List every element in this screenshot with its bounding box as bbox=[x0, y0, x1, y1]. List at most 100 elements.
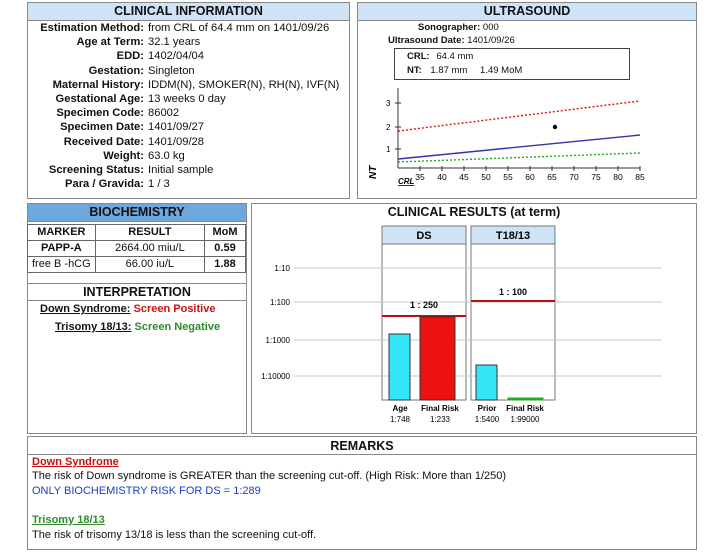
crl-value: 64.4 mm bbox=[436, 51, 474, 62]
ds-column-header: DS bbox=[416, 230, 431, 242]
info-value: IDDM(N), SMOKER(N), RH(N), IVF(N) bbox=[148, 78, 340, 91]
info-label: Gestation: bbox=[88, 64, 144, 77]
ds-final-risk-bar bbox=[419, 316, 456, 401]
sonographer-label: Sonographer: bbox=[418, 22, 481, 33]
ds-interpretation: Down Syndrome: Screen Positive bbox=[40, 303, 215, 315]
bar-label: Final Risk bbox=[421, 404, 459, 413]
info-label: Gestational Age: bbox=[55, 93, 144, 105]
risk-chart: DS T18/13 1:10 1:100 1:1000 1:10000 1 : … bbox=[261, 225, 662, 424]
info-row: Specimen Date: 1401/09/27 bbox=[28, 121, 204, 134]
info-label: Specimen Code: bbox=[56, 107, 144, 120]
info-value: 32.1 years bbox=[148, 36, 201, 49]
info-label: Weight: bbox=[103, 149, 144, 162]
mom-cell: 1.88 bbox=[204, 256, 246, 273]
info-label: Para / Gravida: bbox=[65, 178, 144, 191]
nt-x-tick: 40 bbox=[437, 172, 447, 182]
info-row: Para / Gravida: 1 / 3 bbox=[28, 178, 170, 191]
info-label: Age at Term: bbox=[76, 36, 144, 49]
marker-cell: PAPP-A bbox=[27, 240, 96, 257]
info-value: 86002 bbox=[148, 107, 180, 120]
info-value: 1401/09/28 bbox=[148, 135, 204, 148]
t18-column-header: T18/13 bbox=[496, 230, 530, 242]
bar-value: 1:233 bbox=[430, 415, 451, 424]
nt-x-tick: 55 bbox=[503, 172, 513, 182]
nt-axis-label: NT bbox=[368, 165, 379, 179]
ds-interpretation-value: Screen Positive bbox=[133, 303, 216, 315]
crl-label: CRL: bbox=[407, 51, 430, 62]
biochemistry-table: MARKER RESULT MoM PAPP-A 2664.00 miu/L 0… bbox=[27, 224, 246, 273]
info-row: Specimen Code: 86002 bbox=[28, 107, 179, 120]
remarks-panel: REMARKS Down Syndrome The risk of Down s… bbox=[27, 436, 697, 550]
info-value: 1 / 3 bbox=[148, 178, 170, 191]
t18-interpretation-value: Screen Negative bbox=[134, 321, 221, 333]
remarks-t18-heading: Trisomy 18/13 bbox=[32, 514, 105, 526]
ds-cutoff-label: 1 : 250 bbox=[410, 300, 438, 310]
mom-cell: 0.59 bbox=[204, 240, 246, 257]
nt-x-tick: 45 bbox=[459, 172, 469, 182]
nt-x-tick: 85 bbox=[635, 172, 645, 182]
info-value: 63.0 kg bbox=[148, 149, 185, 162]
t18-interpretation: Trisomy 18/13: Screen Negative bbox=[55, 321, 220, 333]
bar-label: Prior bbox=[478, 404, 497, 413]
nt-mom: 1.49 MoM bbox=[480, 65, 523, 76]
ultrasound-title: ULTRASOUND bbox=[358, 3, 696, 21]
bar-label: Age bbox=[392, 404, 408, 413]
marker-cell: free B -hCG bbox=[27, 256, 96, 273]
ultrasound-date-row: Ultrasound Date: 1401/09/26 bbox=[388, 35, 515, 46]
nt-upper-curve bbox=[397, 100, 641, 132]
risk-y-tick: 1:1000 bbox=[266, 336, 291, 345]
info-value: 13 weeks 0 day bbox=[148, 93, 226, 105]
bar-value: 1:748 bbox=[390, 415, 411, 424]
info-value: Initial sample bbox=[148, 164, 214, 176]
nt-x-tick: 50 bbox=[481, 172, 491, 182]
info-label: EDD: bbox=[116, 50, 144, 63]
info-row: Gestational Age: 13 weeks 0 day bbox=[28, 93, 226, 106]
nt-row: NT: 1.87 mm 1.49 MoM bbox=[407, 65, 522, 76]
bar-label: Final Risk bbox=[506, 404, 544, 413]
mom-header: MoM bbox=[204, 224, 246, 241]
nt-y-tick: 1 bbox=[386, 145, 391, 154]
sonographer-row: Sonographer: 000 bbox=[418, 22, 499, 33]
info-row: Estimation Method: from CRL of 64.4 mm on… bbox=[28, 22, 329, 35]
biochemistry-title: BIOCHEMISTRY bbox=[28, 204, 246, 222]
remarks-ds-note: ONLY BIOCHEMISTRY RISK FOR DS = 1:289 bbox=[32, 485, 261, 497]
info-label: Received Date: bbox=[63, 135, 144, 148]
clinical-information-title: CLINICAL INFORMATION bbox=[28, 3, 349, 21]
nt-value: 1.87 mm bbox=[430, 65, 468, 76]
clinical-information-panel: CLINICAL INFORMATION Estimation Method: f… bbox=[27, 2, 350, 199]
nt-x-tick: 35 bbox=[415, 172, 425, 182]
sonographer-value: 000 bbox=[482, 22, 499, 33]
remarks-t18-text: The risk of trisomy 13/18 is less than t… bbox=[32, 529, 317, 541]
nt-lower-curve bbox=[397, 152, 641, 163]
t18-cutoff-label: 1 : 100 bbox=[499, 287, 527, 297]
t18-prior-risk-bar bbox=[475, 364, 498, 401]
info-label: Screening Status: bbox=[48, 164, 144, 176]
risk-y-tick: 1:10 bbox=[274, 264, 290, 273]
result-cell: 66.00 iu/L bbox=[94, 256, 206, 273]
info-value: Singleton bbox=[148, 64, 195, 77]
info-value: 1401/09/27 bbox=[148, 121, 204, 134]
result-header: RESULT bbox=[94, 224, 206, 241]
clinical-results-panel: CLINICAL RESULTS (at term) DS T18/13 1:1… bbox=[251, 203, 697, 434]
risk-y-tick: 1:100 bbox=[270, 298, 291, 307]
biochemistry-header-row: MARKER RESULT MoM bbox=[27, 224, 246, 241]
t18-interpretation-label: Trisomy 18/13: bbox=[55, 321, 132, 333]
info-label: Estimation Method: bbox=[40, 22, 144, 34]
info-row: EDD: 1402/04/04 bbox=[28, 50, 204, 63]
risk-y-tick: 1:10000 bbox=[261, 372, 290, 381]
biochemistry-panel: BIOCHEMISTRY MARKER RESULT MoM PAPP-A 26… bbox=[27, 203, 247, 434]
ds-interpretation-label: Down Syndrome: bbox=[40, 303, 131, 315]
nt-label: NT: bbox=[407, 65, 422, 76]
remarks-ds-heading: Down Syndrome bbox=[32, 456, 119, 468]
nt-x-tick: 75 bbox=[591, 172, 601, 182]
info-value: from CRL of 64.4 mm on 1401/09/26 bbox=[148, 22, 330, 34]
info-row: Received Date: 1401/09/28 bbox=[28, 136, 204, 149]
remarks-ds-text: The risk of Down syndrome is GREATER tha… bbox=[32, 470, 507, 482]
nt-y-tick: 3 bbox=[386, 99, 391, 108]
remarks-title: REMARKS bbox=[28, 438, 696, 455]
crl-axis-label: CRL bbox=[398, 177, 415, 186]
nt-median-curve bbox=[397, 134, 641, 160]
result-cell: 2664.00 miu/L bbox=[94, 240, 206, 257]
t18-final-risk-bar bbox=[507, 397, 544, 401]
interpretation-title: INTERPRETATION bbox=[28, 283, 246, 301]
